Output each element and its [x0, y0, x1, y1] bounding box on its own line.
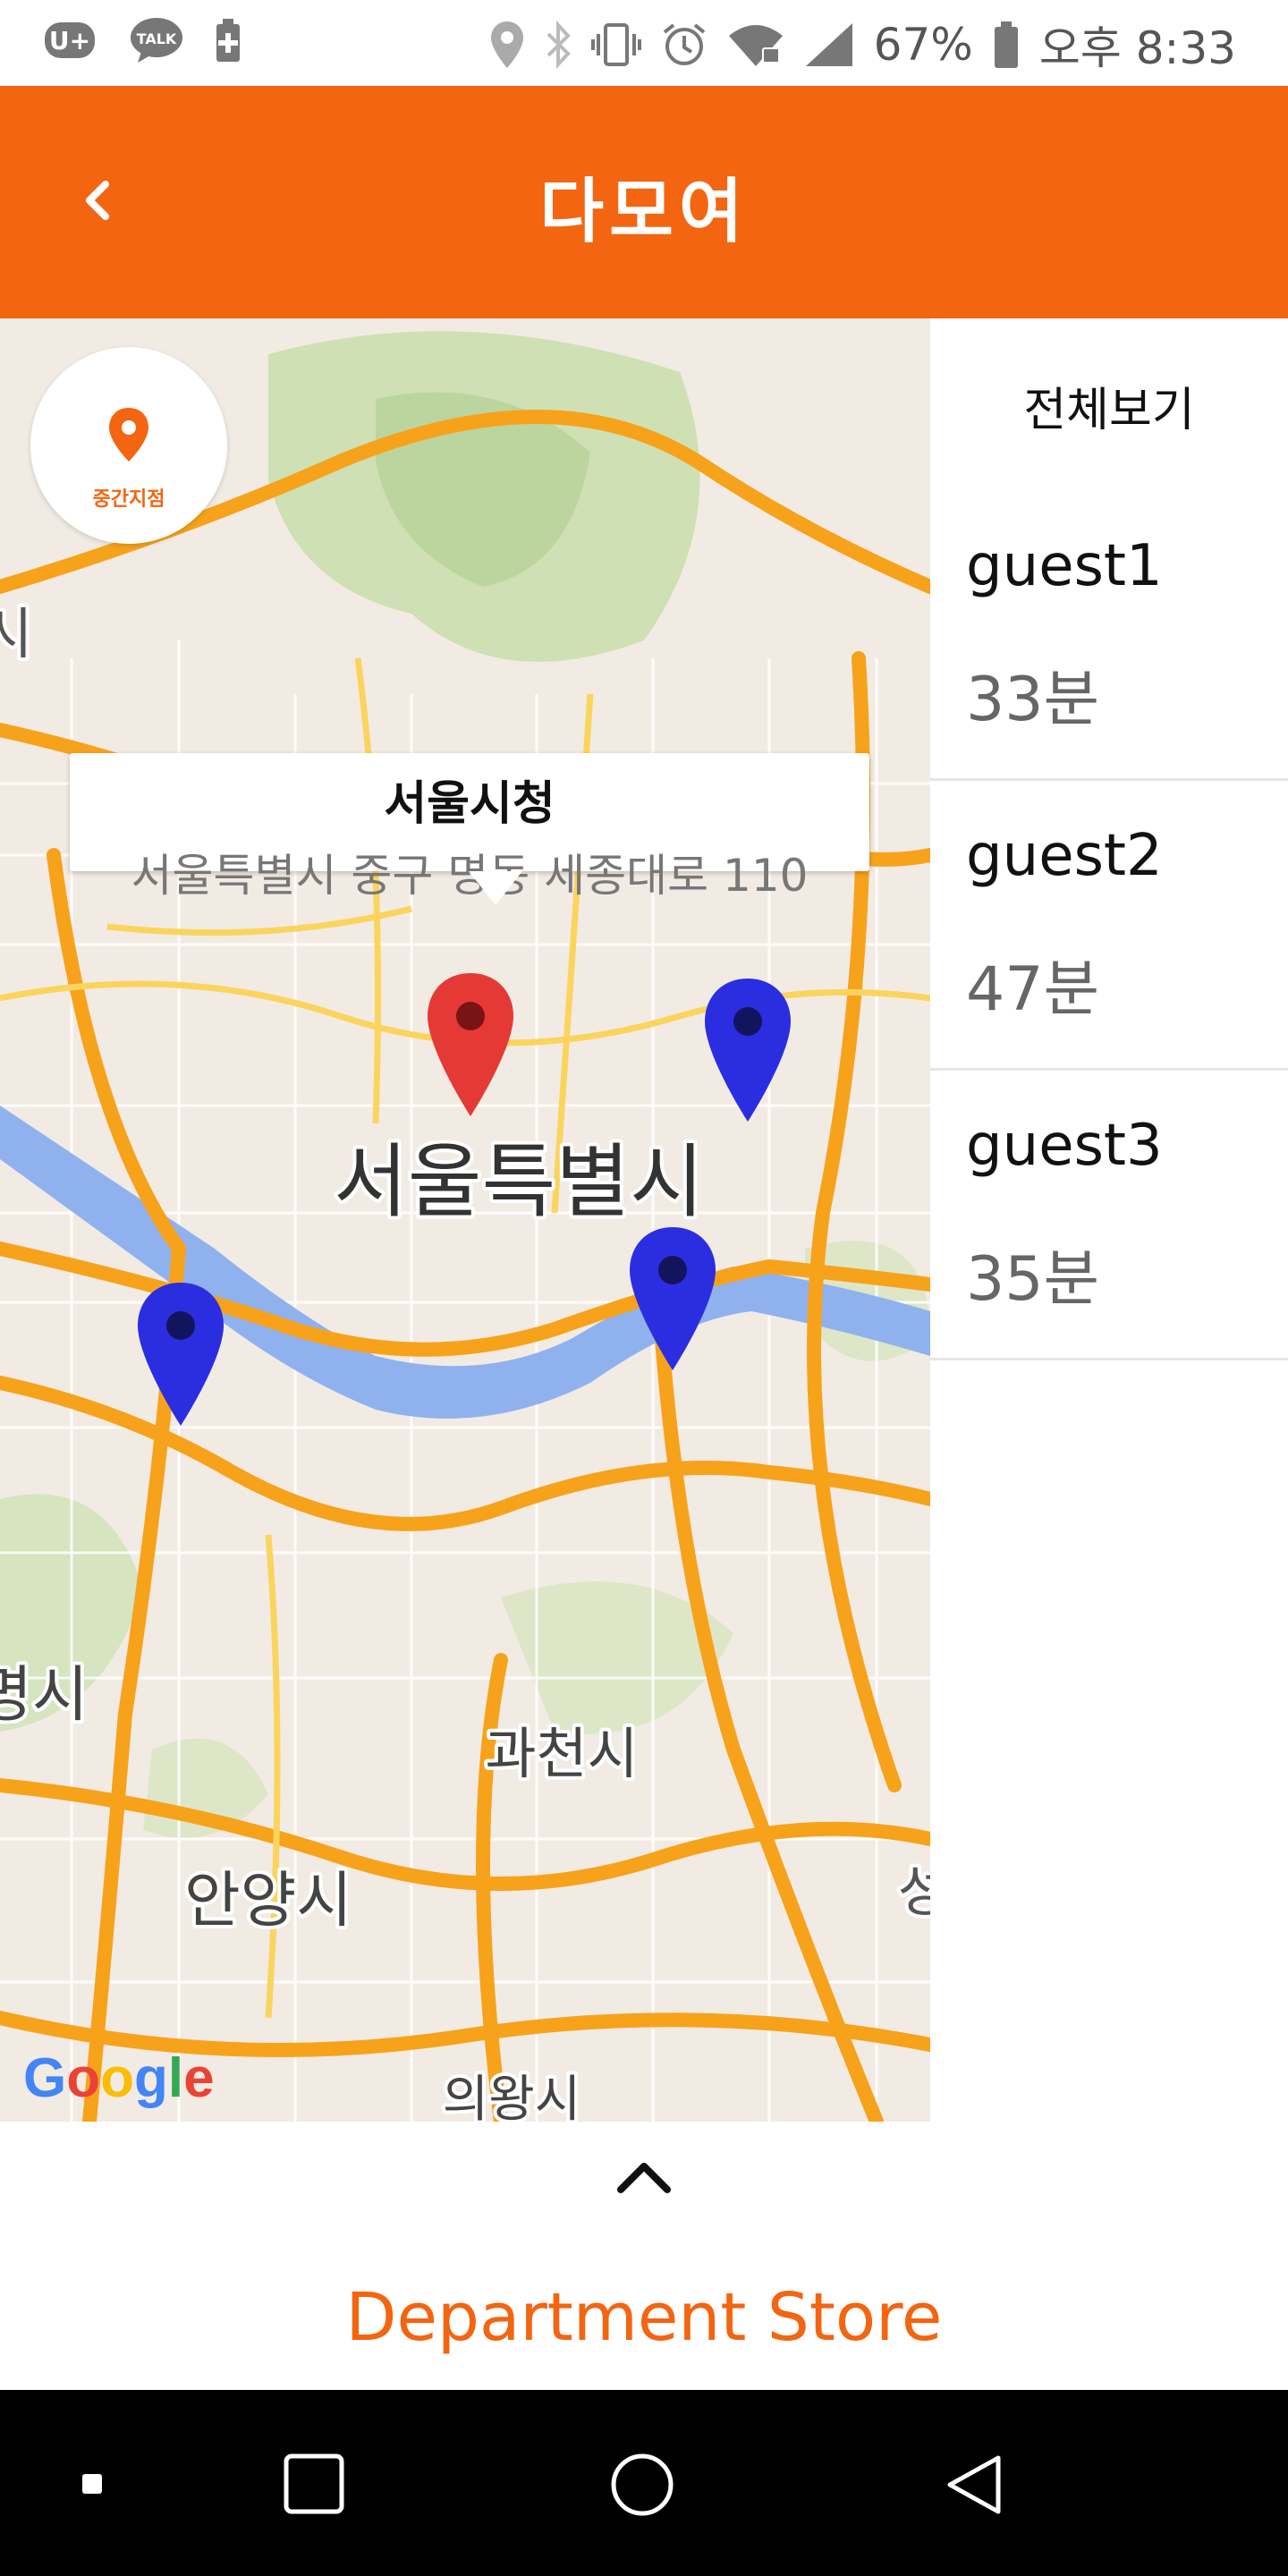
- wifi-icon: [728, 25, 783, 66]
- battery-percentage: 67%: [873, 19, 973, 71]
- u-plus-icon: U+: [45, 22, 95, 58]
- map-label-gwangmyeong: 명시: [0, 1660, 89, 1731]
- battery-icon: [994, 21, 1018, 68]
- app-bar: 다모여: [0, 86, 1288, 318]
- info-window-title: 서울시청: [384, 777, 555, 831]
- map-label-right-edge: 성: [897, 1859, 930, 1924]
- midpoint-marker[interactable]: [424, 970, 517, 1120]
- guest-name: guest3: [966, 1113, 1163, 1179]
- bluetooth-icon: [547, 20, 571, 70]
- clock: 오후 8:33: [1038, 22, 1236, 74]
- guest-item[interactable]: guest3 35분: [930, 1068, 1288, 1360]
- dot-icon[interactable]: [80, 2472, 104, 2496]
- status-bar: U+ TALK 67% 오후 8:33: [0, 0, 1288, 86]
- guest-name: guest1: [966, 533, 1163, 599]
- svg-text:TALK: TALK: [137, 30, 177, 47]
- midpoint-button-label: 중간지점: [92, 488, 165, 511]
- guest-travel-time: 35분: [966, 1244, 1100, 1315]
- guest-item[interactable]: guest1 33분: [930, 488, 1288, 781]
- view-all-button[interactable]: 전체보기: [930, 372, 1288, 439]
- alarm-icon: [663, 23, 705, 65]
- map-label-uiwang: 의왕시: [443, 2071, 581, 2122]
- guest-panel: 전체보기 guest1 33분 guest2 47분 guest3 35분: [930, 318, 1288, 2122]
- pin-icon: [109, 408, 148, 462]
- guest-marker-1[interactable]: [701, 975, 794, 1125]
- recent-apps-icon[interactable]: [283, 2453, 345, 2515]
- map-label-anyang: 안양시: [184, 1866, 352, 1936]
- info-window-address: 서울특별시 중구 명동 세종대로 110: [131, 850, 809, 902]
- map-view[interactable]: 서울특별시 과천시 안양시 명시 의왕시 시 성 중간지점 서울시청 서울특별시…: [0, 318, 930, 2122]
- midpoint-button[interactable]: 중간지점: [30, 347, 227, 544]
- marker-info-window[interactable]: 서울시청 서울특별시 중구 명동 세종대로 110: [70, 753, 869, 905]
- place-type[interactable]: Department Store: [0, 2279, 1288, 2356]
- guest-marker-3[interactable]: [134, 1279, 227, 1429]
- map-labels: 서울특별시 과천시 안양시 명시 의왕시 시 성: [0, 597, 930, 2122]
- map-label-gwacheon: 과천시: [485, 1721, 638, 1786]
- guest-travel-time: 47분: [966, 954, 1100, 1025]
- guest-travel-time: 33분: [966, 665, 1100, 735]
- map-label-city: 서울특별시: [334, 1135, 704, 1229]
- location-icon: [490, 21, 523, 68]
- guest-marker-2[interactable]: [626, 1224, 719, 1374]
- system-nav-bar: [0, 2390, 1288, 2576]
- home-icon[interactable]: [610, 2453, 674, 2517]
- map-label-left-edge: 시: [0, 601, 33, 666]
- guest-item[interactable]: guest2 47분: [930, 778, 1288, 1071]
- vibrate-icon: [590, 23, 641, 66]
- chevron-up-icon[interactable]: [614, 2156, 674, 2199]
- google-logo: Google: [23, 2047, 215, 2109]
- talk-icon: TALK: [131, 18, 182, 63]
- signal-icon: [805, 23, 852, 66]
- guest-name: guest2: [966, 823, 1163, 889]
- app-title: 다모여: [539, 172, 749, 252]
- bottom-sheet: Department Store: [0, 2122, 1288, 2390]
- svg-text:U+: U+: [49, 26, 90, 55]
- battery-saver-icon: [216, 19, 240, 62]
- back-icon[interactable]: [943, 2453, 1007, 2517]
